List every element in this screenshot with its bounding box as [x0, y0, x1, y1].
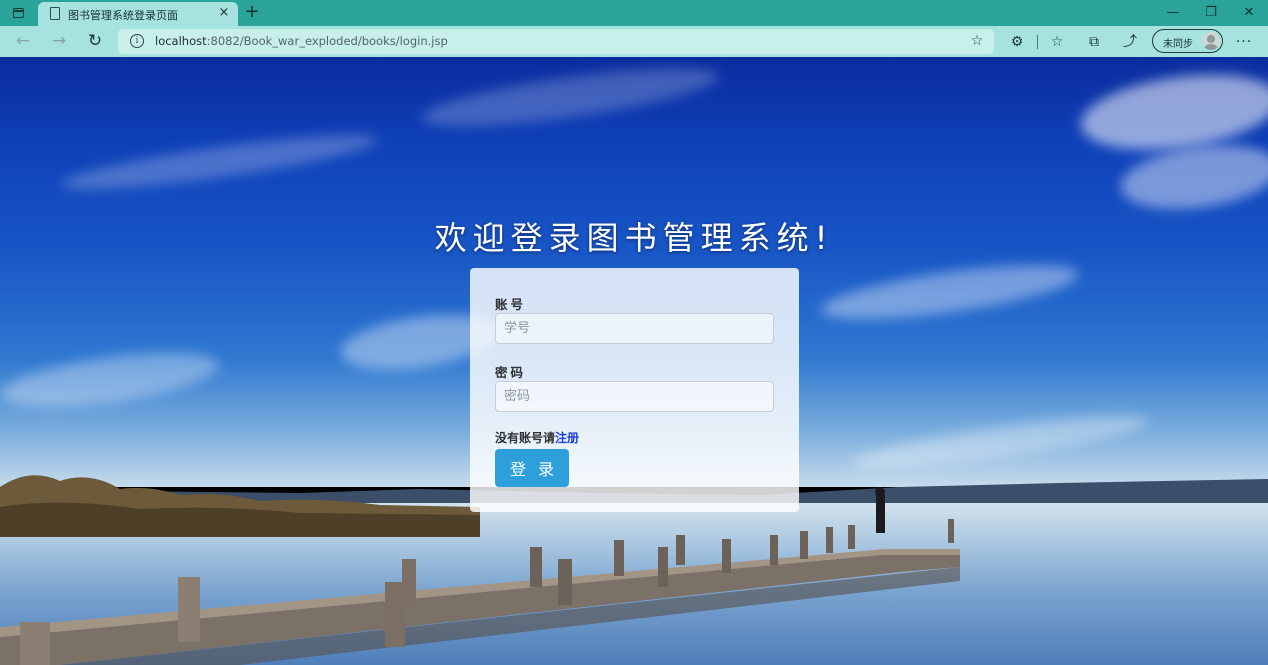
tab-close-icon[interactable]: ×: [216, 5, 232, 21]
minimize-icon[interactable]: —: [1154, 0, 1192, 26]
url-path: :8082/Book_war_exploded/books/login.jsp: [206, 34, 448, 48]
site-info-icon[interactable]: i: [130, 34, 144, 48]
forward-icon[interactable]: →: [48, 30, 70, 52]
add-favorite-icon[interactable]: ☆: [968, 32, 986, 50]
tab-strip: 图书管理系统登录页面 × + — ❐ ✕: [0, 0, 1268, 26]
password-label: 密码: [495, 365, 527, 380]
register-prompt: 没有账号请注册: [495, 429, 579, 446]
account-input[interactable]: [495, 313, 774, 344]
welcome-title: 欢迎登录图书管理系统!: [434, 219, 834, 257]
login-button[interactable]: 登录: [495, 449, 569, 487]
favorites-icon[interactable]: ☆: [1046, 31, 1068, 53]
reload-icon[interactable]: ↻: [84, 30, 106, 52]
url-text[interactable]: localhost:8082/Book_war_exploded/books/l…: [155, 34, 448, 48]
page-icon: [50, 7, 60, 20]
tab-title: 图书管理系统登录页面: [68, 9, 178, 22]
new-tab-icon[interactable]: +: [242, 2, 262, 22]
register-prompt-text: 没有账号请: [495, 431, 556, 445]
profile-label: 未同步: [1163, 39, 1193, 50]
page-viewport: 欢迎登录图书管理系统! 账号 密码 没有账号请注册 登录: [0, 57, 1268, 665]
toolbar-divider: [1037, 35, 1038, 49]
account-label: 账号: [495, 297, 527, 312]
password-input[interactable]: [495, 381, 774, 412]
url-host: localhost: [155, 34, 207, 48]
register-link[interactable]: 注册: [555, 431, 579, 445]
share-icon[interactable]: ⤴: [1119, 31, 1141, 53]
profile-button[interactable]: 未同步: [1152, 29, 1223, 53]
tab-actions-icon[interactable]: [8, 4, 30, 22]
close-window-icon[interactable]: ✕: [1230, 0, 1268, 26]
collections-icon[interactable]: ⧉: [1083, 31, 1105, 53]
extensions-icon[interactable]: ⚙: [1006, 31, 1028, 53]
maximize-icon[interactable]: ❐: [1192, 0, 1230, 26]
address-bar[interactable]: i localhost:8082/Book_war_exploded/books…: [118, 29, 994, 54]
avatar-icon: [1202, 32, 1220, 50]
login-form: 账号 密码 没有账号请注册 登录: [470, 268, 799, 512]
browser-toolbar: ← → ↻ i localhost:8082/Book_war_exploded…: [0, 26, 1268, 57]
browser-tab[interactable]: 图书管理系统登录页面 ×: [38, 2, 238, 26]
more-icon[interactable]: ···: [1233, 31, 1255, 53]
back-icon[interactable]: ←: [12, 30, 34, 52]
